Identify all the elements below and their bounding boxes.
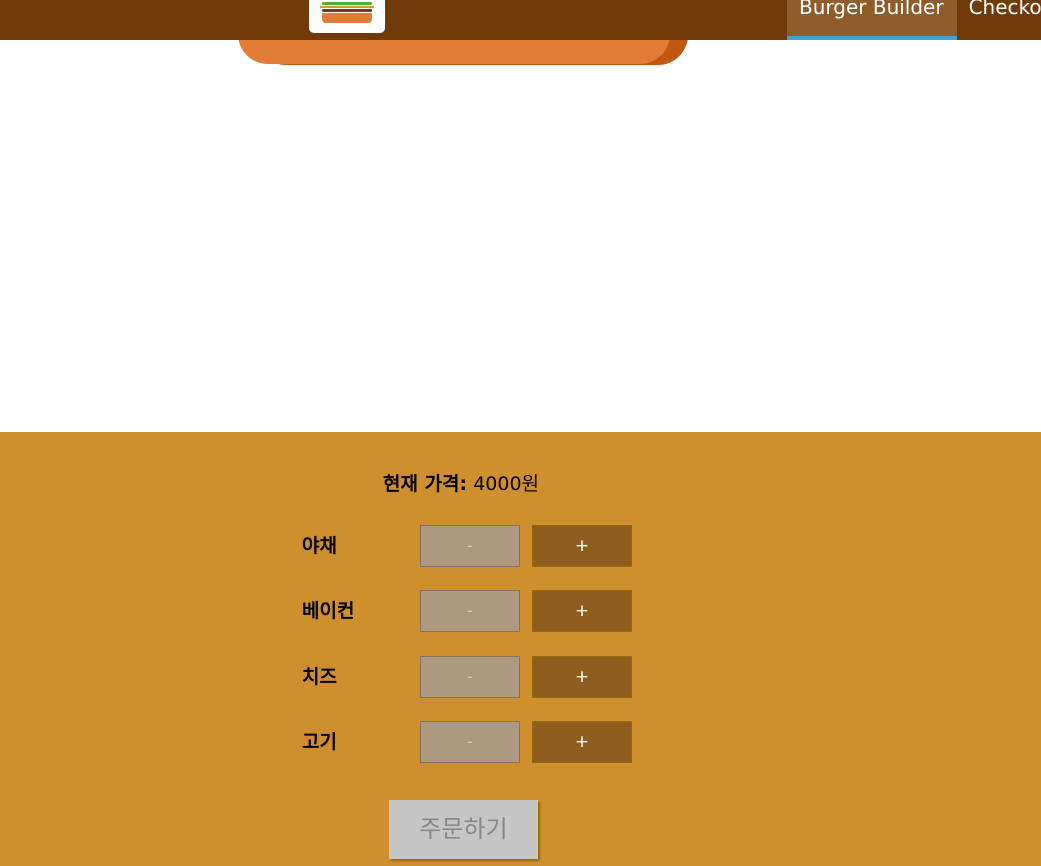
nav-item-checkout[interactable]: Checkout — [957, 0, 1041, 40]
order-button[interactable]: 주문하기 — [389, 800, 538, 859]
burger-logo-icon[interactable] — [309, 0, 385, 33]
more-button[interactable]: + — [532, 721, 632, 763]
less-button[interactable]: - — [420, 721, 520, 763]
nav-item-burger-builder[interactable]: Burger Builder — [787, 0, 957, 40]
price-label: 현재 가격: — [383, 473, 468, 495]
more-button[interactable]: + — [532, 656, 632, 698]
ingredient-label: 치즈 — [302, 666, 337, 688]
ingredient-label: 베이컨 — [302, 600, 355, 622]
navigation-items: Burger Builder Checkout — [787, 0, 1041, 40]
ingredient-label: 고기 — [302, 731, 337, 753]
less-button[interactable]: - — [420, 590, 520, 632]
more-button[interactable]: + — [532, 525, 632, 567]
toolbar: Burger Builder Checkout — [0, 0, 1041, 40]
less-button[interactable]: - — [420, 656, 520, 698]
current-price: 현재 가격: 4000원 — [383, 469, 539, 496]
less-button[interactable]: - — [420, 525, 520, 567]
ingredient-label: 야채 — [302, 535, 337, 557]
more-button[interactable]: + — [532, 590, 632, 632]
price-value: 4000원 — [473, 473, 540, 495]
build-controls: 현재 가격: 4000원 야채 - + 베이컨 - + 치즈 - + 고기 - … — [0, 432, 1041, 866]
